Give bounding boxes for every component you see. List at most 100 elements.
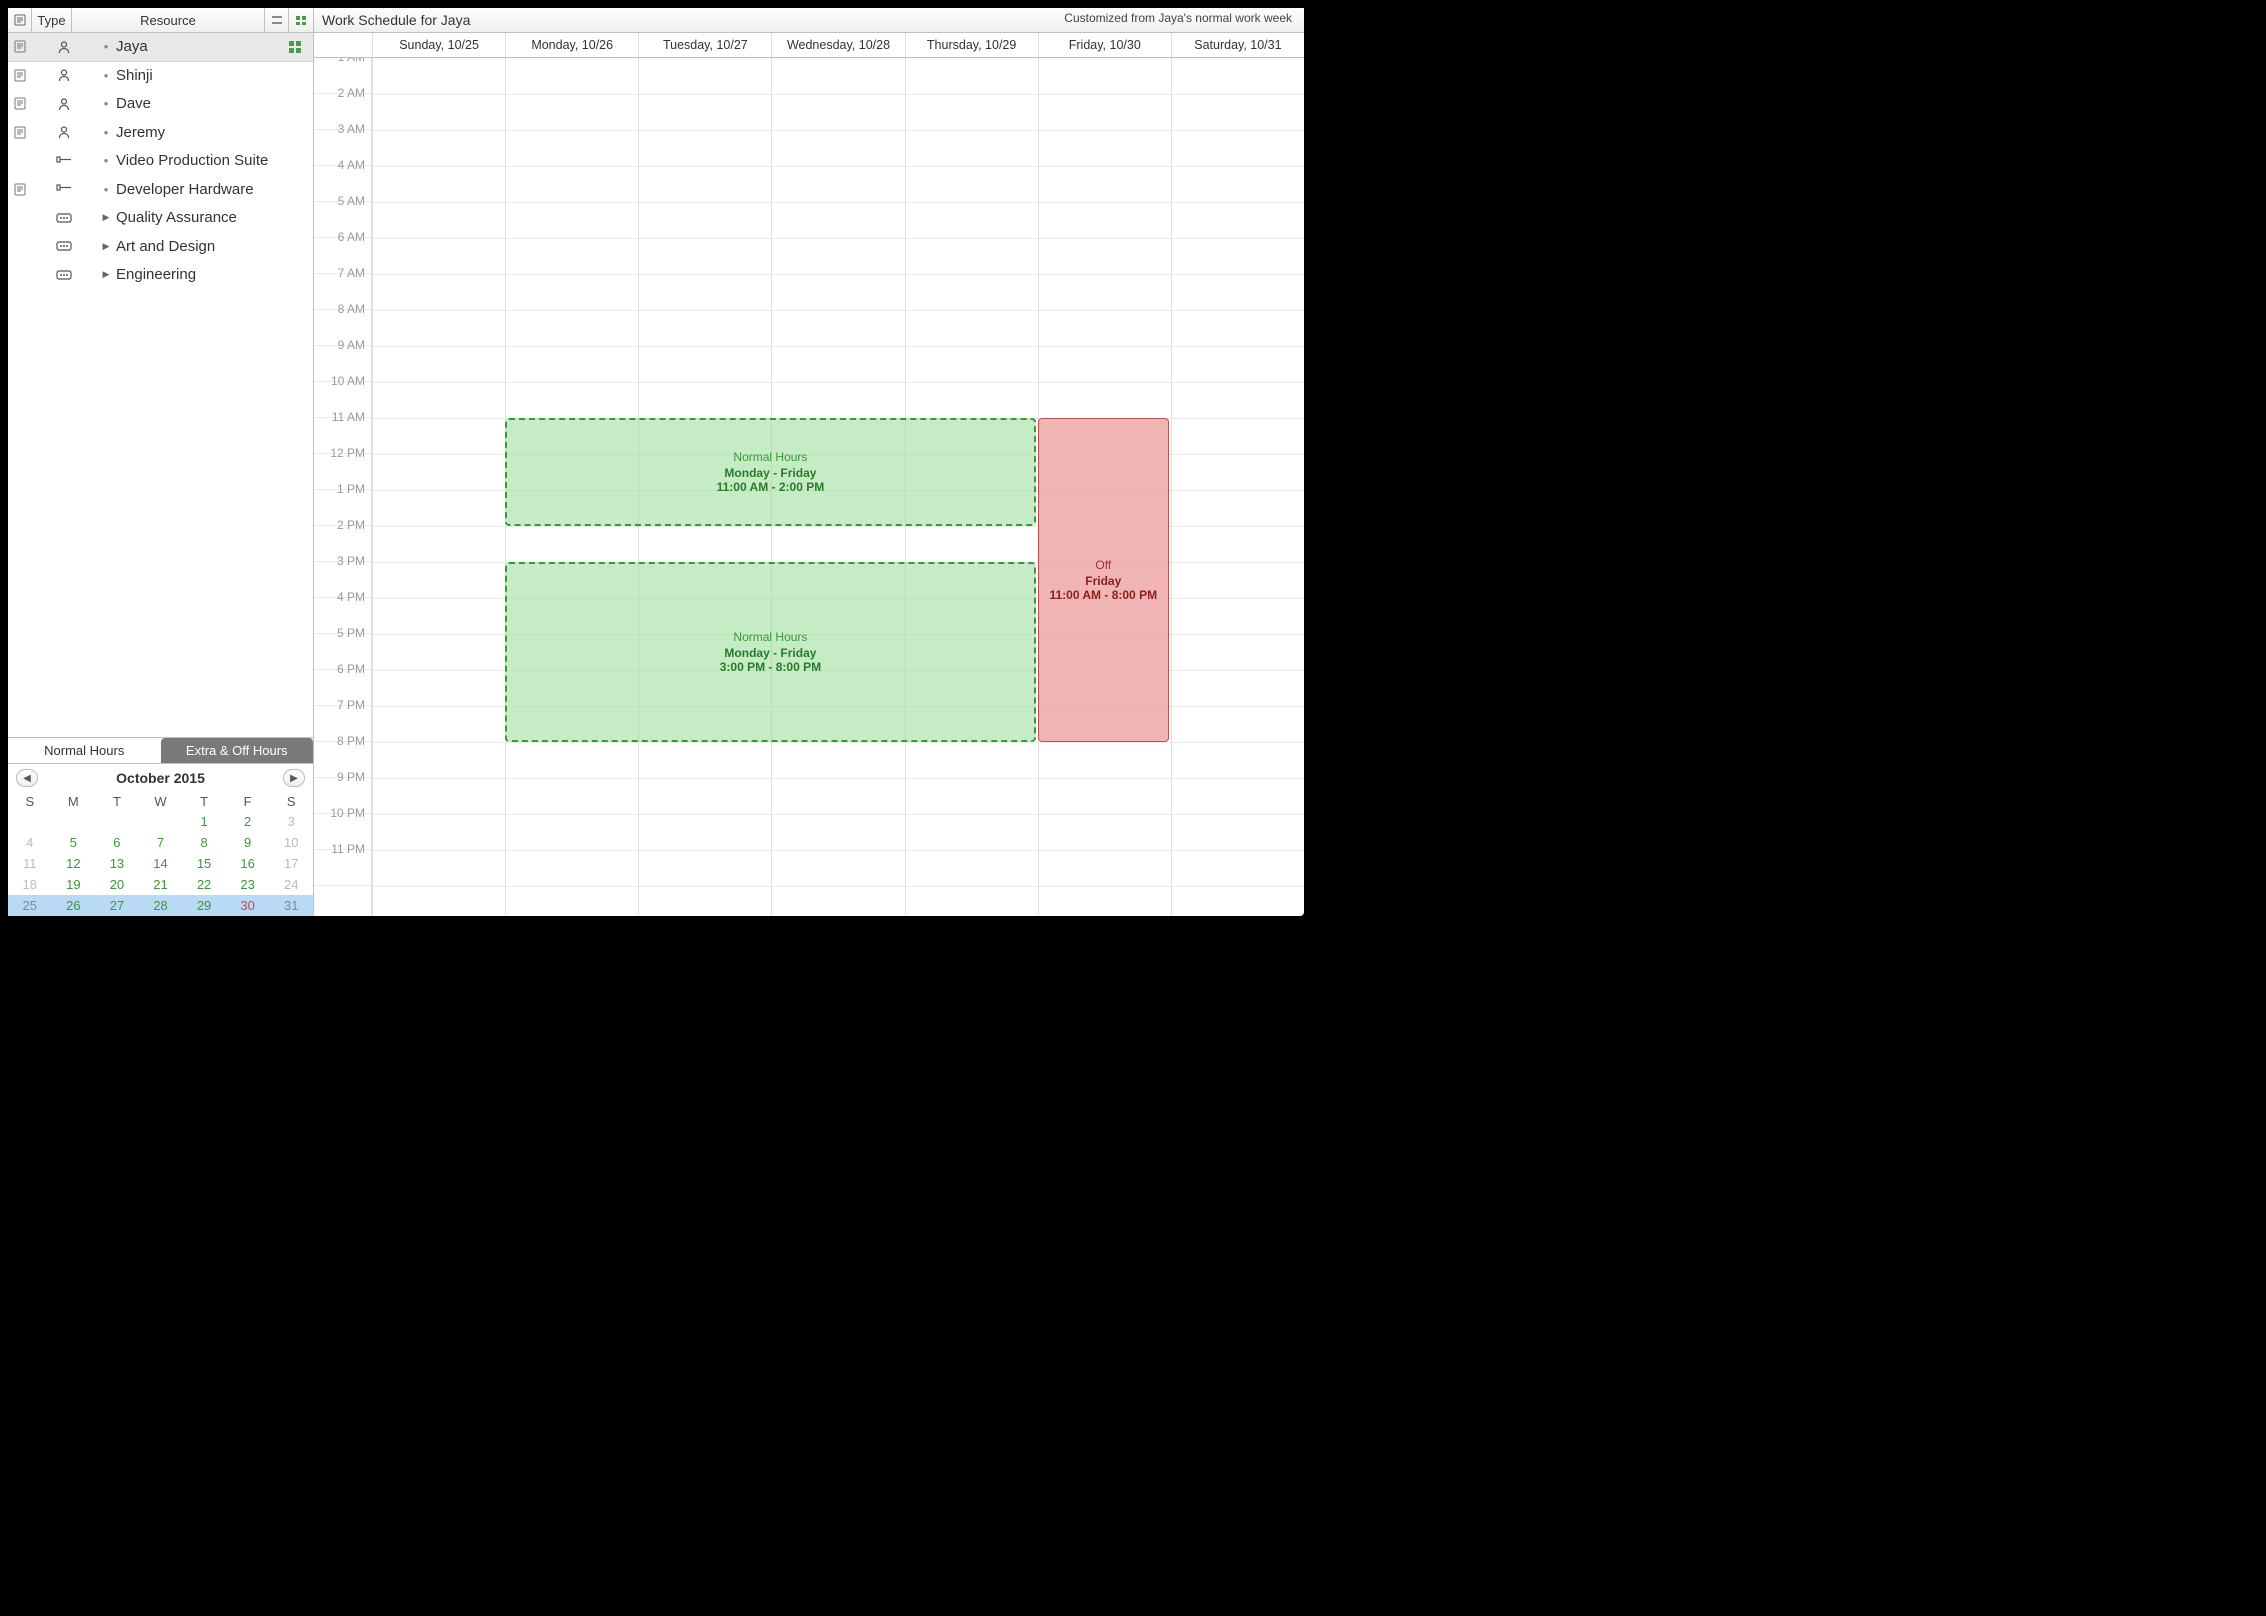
schedule-block-green[interactable]: Normal HoursMonday - Friday11:00 AM - 2:…	[505, 418, 1036, 526]
hour-label: 5 AM	[338, 194, 365, 208]
day-header[interactable]: Friday, 10/30	[1038, 33, 1171, 57]
resource-row[interactable]: •Developer Hardware	[8, 176, 313, 205]
mini-cal-day[interactable]: 16	[226, 853, 270, 874]
resource-row[interactable]: ▶Quality Assurance	[8, 204, 313, 233]
resource-row[interactable]: ▶Engineering	[8, 261, 313, 290]
person-icon	[32, 68, 96, 82]
tool-calendar-icon[interactable]	[289, 8, 313, 32]
column-resource-header[interactable]: Resource	[72, 8, 264, 32]
day-column[interactable]	[1171, 58, 1304, 916]
note-icon	[8, 183, 32, 196]
day-header[interactable]: Wednesday, 10/28	[771, 33, 904, 57]
mini-cal-day[interactable]: 21	[139, 874, 183, 895]
mini-cal-day-header: T	[182, 792, 226, 811]
day-header[interactable]: Thursday, 10/29	[905, 33, 1038, 57]
mini-cal-day[interactable]: 27	[95, 895, 139, 916]
mini-cal-day[interactable]: 23	[226, 874, 270, 895]
mini-cal-day[interactable]: 11	[8, 853, 52, 874]
mini-cal-day[interactable]: 30	[226, 895, 270, 916]
mini-cal-day[interactable]: 4	[8, 832, 52, 853]
day-header[interactable]: Saturday, 10/31	[1171, 33, 1304, 57]
mini-cal-day	[52, 811, 96, 832]
person-icon	[32, 125, 96, 139]
mini-cal-day[interactable]: 14	[139, 853, 183, 874]
hour-label: 4 PM	[337, 590, 365, 604]
next-month-button[interactable]: ▶	[283, 769, 305, 787]
hour-label: 9 PM	[337, 770, 365, 784]
resource-row[interactable]: •Jaya	[8, 33, 313, 62]
mini-cal-day[interactable]: 26	[52, 895, 96, 916]
prev-month-button[interactable]: ◀	[16, 769, 38, 787]
hour-label: 10 AM	[331, 374, 365, 388]
schedule-block-red[interactable]: OffFriday11:00 AM - 8:00 PM	[1038, 418, 1169, 742]
person-icon	[32, 40, 96, 54]
tool-icon	[32, 154, 96, 168]
resource-row[interactable]: •Jeremy	[8, 119, 313, 148]
day-header-row: Sunday, 10/25Monday, 10/26Tuesday, 10/27…	[314, 33, 1304, 58]
mini-cal-day[interactable]: 15	[182, 853, 226, 874]
mini-cal-day[interactable]: 6	[95, 832, 139, 853]
note-icon	[8, 69, 32, 82]
hour-label: 1 PM	[337, 482, 365, 496]
mini-cal-day[interactable]: 29	[182, 895, 226, 916]
column-type-header[interactable]: Type	[32, 8, 72, 32]
disclosure-triangle-icon: ▶	[96, 269, 116, 280]
mini-cal-day[interactable]: 8	[182, 832, 226, 853]
mini-cal-day[interactable]: 22	[182, 874, 226, 895]
block-time: 3:00 PM - 8:00 PM	[720, 660, 821, 674]
mini-cal-day[interactable]: 3	[269, 811, 313, 832]
mini-cal-day[interactable]: 2	[226, 811, 270, 832]
note-icon	[8, 126, 32, 139]
bullet-icon: •	[96, 125, 116, 140]
resource-row[interactable]: ▶Art and Design	[8, 233, 313, 262]
mini-cal-day[interactable]: 25	[8, 895, 52, 916]
mini-cal-day[interactable]: 18	[8, 874, 52, 895]
mini-cal-day[interactable]: 10	[269, 832, 313, 853]
mini-cal-day[interactable]: 17	[269, 853, 313, 874]
schedule-block-green[interactable]: Normal HoursMonday - Friday3:00 PM - 8:0…	[505, 562, 1036, 742]
resource-list: •Jaya•Shinji•Dave•Jeremy•Video Productio…	[8, 33, 313, 737]
hour-label: 5 PM	[337, 626, 365, 640]
mini-cal-day[interactable]: 5	[52, 832, 96, 853]
resource-row[interactable]: •Dave	[8, 90, 313, 119]
mini-cal-day[interactable]: 20	[95, 874, 139, 895]
group-icon	[32, 212, 96, 224]
mini-cal-day[interactable]: 9	[226, 832, 270, 853]
column-note-icon[interactable]	[8, 8, 32, 32]
custom-calendar-icon	[283, 40, 307, 54]
mini-cal-day[interactable]: 1	[182, 811, 226, 832]
resource-row[interactable]: •Video Production Suite	[8, 147, 313, 176]
mini-cal-day[interactable]: 24	[269, 874, 313, 895]
mini-cal-day	[8, 811, 52, 832]
mini-cal-day	[95, 811, 139, 832]
bullet-icon: •	[96, 68, 116, 83]
schedule-body[interactable]: 1 AM2 AM3 AM4 AM5 AM6 AM7 AM8 AM9 AM10 A…	[314, 58, 1304, 916]
day-column[interactable]	[372, 58, 505, 916]
mini-cal-day-header: T	[95, 792, 139, 811]
mini-cal-day[interactable]: 7	[139, 832, 183, 853]
tab-normal-hours[interactable]: Normal Hours	[8, 738, 161, 763]
time-gutter: 1 AM2 AM3 AM4 AM5 AM6 AM7 AM8 AM9 AM10 A…	[314, 58, 372, 916]
hour-label: 7 AM	[338, 266, 365, 280]
schedule-title: Work Schedule for Jaya	[322, 12, 470, 28]
day-header[interactable]: Tuesday, 10/27	[638, 33, 771, 57]
day-header[interactable]: Sunday, 10/25	[372, 33, 505, 57]
block-days: Monday - Friday	[724, 466, 816, 480]
schedule-grid[interactable]: Normal HoursMonday - Friday11:00 AM - 2:…	[372, 58, 1304, 916]
mini-cal-day[interactable]: 28	[139, 895, 183, 916]
mini-cal-day[interactable]: 13	[95, 853, 139, 874]
mini-cal-day[interactable]: 12	[52, 853, 96, 874]
disclosure-triangle-icon: ▶	[96, 212, 116, 223]
hour-label: 6 AM	[338, 230, 365, 244]
tab-extra-off-hours[interactable]: Extra & Off Hours	[161, 738, 314, 763]
mini-cal-day[interactable]: 31	[269, 895, 313, 916]
month-navigation: ◀ October 2015 ▶	[8, 764, 313, 792]
block-title: Normal Hours	[733, 450, 807, 464]
mini-cal-day[interactable]: 19	[52, 874, 96, 895]
mini-cal-day-header: M	[52, 792, 96, 811]
day-header[interactable]: Monday, 10/26	[505, 33, 638, 57]
tool-align-icon[interactable]	[265, 8, 289, 32]
hour-label: 6 PM	[337, 662, 365, 676]
resource-row[interactable]: •Shinji	[8, 62, 313, 91]
mini-calendar: SMTWTFS123456789101112131415161718192021…	[8, 792, 313, 916]
